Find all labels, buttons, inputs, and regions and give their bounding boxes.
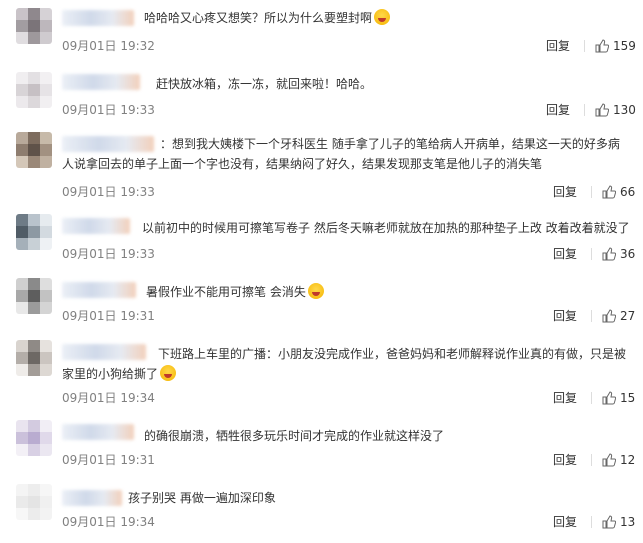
comment-text: 暑假作业不能用可擦笔 会消失 — [146, 282, 631, 302]
comment-time: 09月01日 19:33 — [62, 247, 155, 261]
like-button[interactable]: 27 — [591, 308, 635, 324]
comment-time: 09月01日 19:31 — [62, 309, 155, 323]
username[interactable] — [62, 424, 134, 440]
username[interactable] — [62, 218, 130, 234]
reply-button[interactable]: 回复 — [553, 514, 577, 530]
thumbs-up-icon — [595, 103, 609, 117]
comment-text: 下班路上车里的广播：小朋友没完成作业，爸爸妈妈和老师解释说作业真的有做，只是被家… — [62, 347, 627, 381]
thumbs-up-icon — [602, 247, 616, 261]
thumbs-up-icon — [602, 185, 616, 199]
comment-time: 09月01日 19:34 — [62, 391, 155, 405]
like-button[interactable]: 130 — [584, 102, 636, 118]
divider — [591, 516, 592, 528]
avatar[interactable] — [16, 278, 52, 314]
comment-text: 孩子别哭 再做一遍加深印象 — [128, 491, 276, 505]
laugh-cry-emoji-icon — [307, 283, 324, 299]
reply-button[interactable]: 回复 — [553, 184, 577, 200]
comment-time: 09月01日 19:34 — [62, 515, 155, 529]
comment-text: 的确很崩溃，牺牲很多玩乐时间才完成的作业就这样没了 — [144, 429, 445, 443]
like-button[interactable]: 15 — [591, 390, 635, 406]
comment-text: 哈哈哈又心疼又想笑？所以为什么要塑封啊 — [144, 8, 631, 28]
comment-text: ：想到我大姨楼下一个牙科医生 随手拿了儿子的笔给病人开病单，结果这一天的好多病人… — [62, 137, 620, 171]
like-count: 159 — [613, 39, 636, 53]
comment-time: 09月01日 19:33 — [62, 103, 155, 117]
reply-button[interactable]: 回复 — [546, 38, 570, 54]
comment-time: 09月01日 19:31 — [62, 453, 155, 467]
like-count: 36 — [620, 247, 636, 261]
username[interactable] — [62, 282, 136, 298]
like-button[interactable]: 159 — [584, 38, 636, 54]
thumbs-up-icon — [602, 453, 616, 467]
thumbs-up-icon — [602, 515, 616, 529]
avatar[interactable] — [16, 340, 52, 376]
divider — [584, 40, 585, 52]
avatar[interactable] — [16, 72, 52, 108]
like-count: 27 — [620, 309, 636, 323]
reply-button[interactable]: 回复 — [553, 308, 577, 324]
like-count: 12 — [620, 453, 636, 467]
comment-time: 09月01日 19:33 — [62, 185, 155, 199]
avatar[interactable] — [16, 420, 52, 456]
thumbs-up-icon — [602, 391, 616, 405]
avatar[interactable] — [16, 132, 52, 168]
divider — [591, 392, 592, 404]
username[interactable] — [62, 490, 122, 506]
avatar[interactable] — [16, 214, 52, 250]
comment-time: 09月01日 19:32 — [62, 39, 155, 53]
like-button[interactable]: 13 — [591, 514, 635, 530]
reply-button[interactable]: 回复 — [553, 452, 577, 468]
like-count: 13 — [620, 515, 636, 529]
reply-button[interactable]: 回复 — [553, 246, 577, 262]
thumbs-up-icon — [602, 309, 616, 323]
username[interactable] — [62, 74, 140, 90]
divider — [591, 454, 592, 466]
divider — [591, 186, 592, 198]
laughing-emoji-icon — [160, 365, 177, 381]
divider — [584, 104, 585, 116]
like-button[interactable]: 36 — [591, 246, 635, 262]
like-button[interactable]: 12 — [591, 452, 635, 468]
like-count: 15 — [620, 391, 636, 405]
comment-text: 以前初中的时候用可擦笔写卷子 然后冬天嘛老师就放在加热的那种垫子上改 改着改着就… — [142, 221, 630, 235]
thumbs-up-icon — [595, 39, 609, 53]
divider — [591, 310, 592, 322]
avatar[interactable] — [16, 8, 52, 44]
reply-button[interactable]: 回复 — [553, 390, 577, 406]
like-count: 130 — [613, 103, 636, 117]
like-count: 66 — [620, 185, 636, 199]
avatar[interactable] — [16, 484, 52, 520]
username[interactable] — [62, 10, 134, 26]
like-button[interactable]: 66 — [591, 184, 635, 200]
reply-button[interactable]: 回复 — [546, 102, 570, 118]
comment-text: 赶快放冰箱，冻一冻，就回来啦！哈哈。 — [156, 77, 373, 91]
divider — [591, 248, 592, 260]
laugh-cry-emoji-icon — [374, 9, 391, 25]
